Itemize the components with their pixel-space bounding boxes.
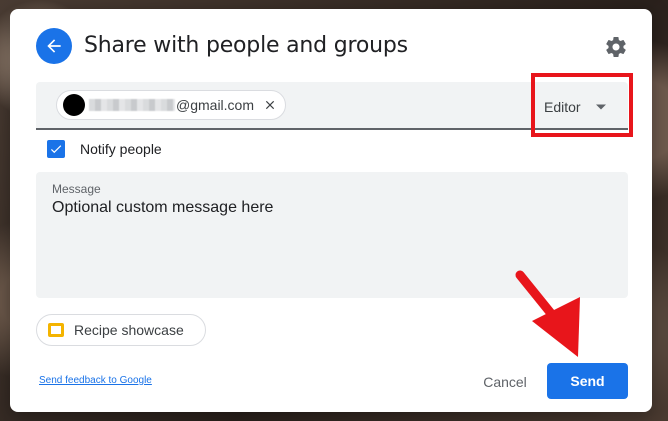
notify-people-toggle[interactable]: Notify people [47, 140, 162, 158]
back-button[interactable] [36, 28, 72, 64]
role-selected-label: Editor [544, 99, 581, 115]
recipient-email: @gmail.com [176, 97, 255, 113]
gear-icon[interactable] [604, 35, 628, 59]
google-slides-icon [48, 322, 64, 338]
notify-checkbox[interactable] [47, 140, 65, 158]
recipient-chip[interactable]: @gmail.com [56, 90, 286, 120]
cancel-button[interactable]: Cancel [471, 364, 539, 400]
share-dialog: Share with people and groups @gmail.com … [10, 9, 652, 412]
attached-file-chip[interactable]: Recipe showcase [36, 314, 206, 346]
message-placeholder: Optional custom message here [52, 199, 274, 216]
dialog-title: Share with people and groups [84, 33, 408, 58]
avatar [63, 94, 85, 116]
redacted-email-prefix [89, 99, 175, 111]
send-button[interactable]: Send [547, 363, 628, 399]
role-dropdown[interactable]: Editor [544, 97, 624, 117]
send-feedback-link[interactable]: Send feedback to Google [39, 375, 152, 386]
arrow-back-icon [47, 39, 61, 53]
message-label: Message [52, 182, 101, 196]
caret-down-icon [595, 104, 606, 110]
close-icon[interactable] [263, 98, 277, 112]
attached-file-name: Recipe showcase [74, 322, 184, 338]
red-arrow-annotation [515, 270, 580, 357]
notify-label: Notify people [80, 141, 162, 157]
checkmark-icon [50, 145, 62, 154]
